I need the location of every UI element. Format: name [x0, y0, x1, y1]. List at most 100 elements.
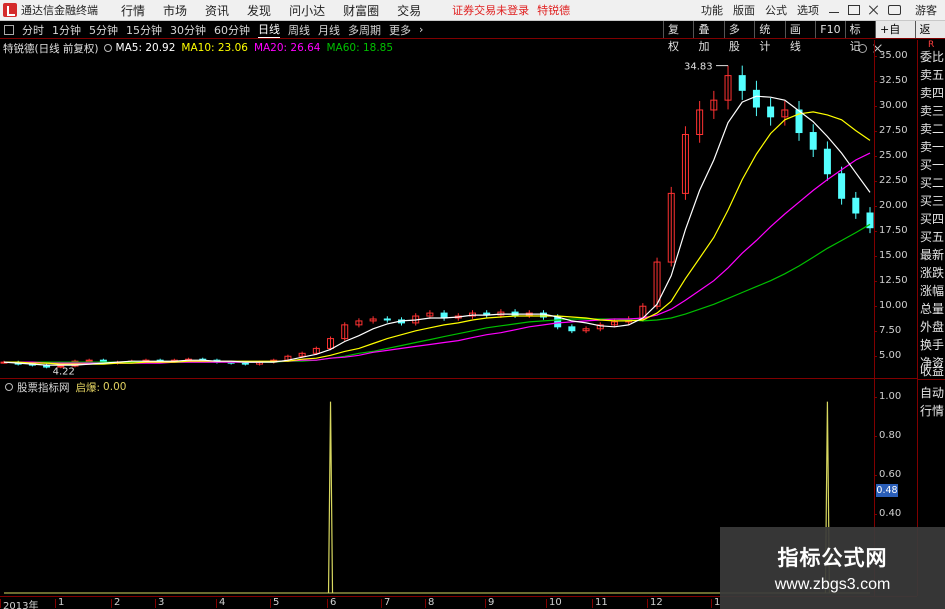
menu-news[interactable]: 资讯 — [205, 2, 229, 19]
multi-stock-button[interactable]: 多股 — [723, 21, 754, 53]
side-item-quote[interactable]: 行情 — [920, 402, 944, 419]
period-60min[interactable]: 60分钟 — [214, 22, 250, 38]
side-item-latest[interactable]: 最新 — [920, 246, 944, 263]
adjust-button[interactable]: 复权 — [663, 21, 693, 53]
mark-button[interactable]: 标记 — [844, 21, 875, 53]
menu-formula[interactable]: 公式 — [765, 2, 787, 18]
guest-label[interactable]: 游客 — [915, 2, 937, 18]
watermark-title: 指标公式网 — [777, 546, 888, 570]
close-icon[interactable] — [868, 5, 880, 15]
menu-options[interactable]: 选项 — [797, 2, 819, 18]
gear-icon[interactable] — [5, 383, 13, 391]
side-item-buy4[interactable]: 买四 — [920, 210, 944, 227]
minimize-icon[interactable] — [828, 5, 840, 15]
side-item-buy1[interactable]: 买一 — [920, 156, 944, 173]
signal-spike — [327, 401, 334, 594]
side-item-turnover[interactable]: 换手 — [920, 336, 944, 353]
overlay-button[interactable]: 叠加 — [693, 21, 723, 53]
panel-toggle-icon[interactable] — [4, 24, 14, 35]
side-separator — [918, 379, 945, 380]
date-tick: 4 — [215, 597, 226, 608]
menu-ask[interactable]: 问小达 — [289, 2, 325, 19]
indicator-header: 股票指标网 启爆: 0.00 — [0, 380, 126, 394]
stats-button[interactable]: 统计 — [754, 21, 784, 53]
side-item-weibi[interactable]: 委比 — [920, 48, 944, 65]
price-tick: 17.50 — [874, 225, 908, 236]
message-icon[interactable] — [888, 5, 901, 15]
period-15min[interactable]: 15分钟 — [126, 22, 162, 38]
menu-wealth[interactable]: 财富圈 — [343, 2, 379, 19]
current-value-box: 0.48 — [876, 484, 898, 497]
side-item-earnings[interactable]: 收益 — [920, 362, 944, 379]
side-item-buy2[interactable]: 买二 — [920, 174, 944, 191]
low-price-label: 4.22 — [53, 366, 75, 377]
watermark-banner: 指标公式网 www.zbgs3.com — [720, 527, 945, 609]
maximize-icon[interactable] — [848, 5, 860, 15]
price-tick: 20.00 — [874, 200, 908, 211]
menu-bar: 通达信金融终端 行情 市场 资讯 发现 问小达 财富圈 交易 证券交易未登录 特… — [0, 0, 945, 21]
ma5-line — [3, 95, 871, 366]
menu-trade[interactable]: 交易 — [397, 2, 421, 19]
side-item-outer[interactable]: 外盘 — [920, 318, 944, 335]
back-button[interactable]: 返回 — [914, 21, 945, 53]
date-tick: 1 — [54, 597, 65, 608]
date-tick: 8 — [424, 597, 435, 608]
side-item-buy3[interactable]: 买三 — [920, 192, 944, 209]
menu-markets[interactable]: 市场 — [163, 2, 187, 19]
date-tick: 2013年 — [0, 597, 38, 609]
side-item-volume[interactable]: 总量 — [920, 300, 944, 317]
indicator-tick: 1.00 — [873, 391, 902, 402]
period-more[interactable]: 更多 — [389, 22, 411, 38]
draw-line-button[interactable]: 画线 — [784, 21, 815, 53]
date-tick: 2 — [110, 597, 121, 608]
add-watchlist-button[interactable]: +自选 — [875, 21, 915, 53]
candle-body — [823, 148, 831, 175]
candle-body — [383, 318, 391, 321]
more-chevron-icon[interactable]: › — [419, 23, 423, 36]
period-weekly[interactable]: 周线 — [288, 22, 310, 38]
period-monthly[interactable]: 月线 — [318, 22, 340, 38]
side-item-change-pct[interactable]: 涨幅 — [920, 282, 944, 299]
login-status[interactable]: 证券交易未登录 — [452, 2, 529, 18]
menu-market[interactable]: 行情 — [121, 2, 145, 19]
date-tick: 7 — [380, 597, 391, 608]
watermark-url: www.zbgs3.com — [774, 576, 891, 593]
indicator-label: 启爆: — [75, 381, 101, 394]
period-multi[interactable]: 多周期 — [348, 22, 381, 38]
kline-chart[interactable]: 34.83 4.22 — [0, 40, 874, 597]
menu-function[interactable]: 功能 — [701, 2, 723, 18]
candle-body — [752, 89, 760, 108]
period-1min[interactable]: 1分钟 — [52, 22, 81, 38]
high-price-label: 34.83 — [684, 62, 713, 73]
period-daily[interactable]: 日线 — [258, 21, 280, 38]
side-item-sell5[interactable]: 卖五 — [920, 66, 944, 83]
side-item-sell2[interactable]: 卖二 — [920, 120, 944, 137]
app-logo-icon — [3, 3, 17, 17]
side-item-change[interactable]: 涨跌 — [920, 264, 944, 281]
menu-discover[interactable]: 发现 — [247, 2, 271, 19]
date-tick: 10 — [546, 597, 562, 608]
menu-layout[interactable]: 版面 — [733, 2, 755, 18]
f10-button[interactable]: F10 — [815, 21, 844, 38]
side-item-sell4[interactable]: 卖四 — [920, 84, 944, 101]
period-tick[interactable]: 分时 — [22, 22, 44, 38]
date-tick: 5 — [269, 597, 280, 608]
price-tick: 27.50 — [874, 125, 908, 136]
side-item-sell3[interactable]: 卖三 — [920, 102, 944, 119]
indicator-tick: 0.60 — [873, 469, 902, 480]
side-item-buy5[interactable]: 买五 — [920, 228, 944, 245]
period-30min[interactable]: 30分钟 — [170, 22, 206, 38]
price-axis: 35.00 32.50 30.00 27.50 25.00 22.50 20.0… — [873, 40, 916, 378]
indicator-value: 0.00 — [103, 381, 127, 393]
price-tick: 10.00 — [874, 300, 908, 311]
price-tick: 32.50 — [874, 75, 908, 86]
period-5min[interactable]: 5分钟 — [89, 22, 118, 38]
side-item-sell1[interactable]: 卖一 — [920, 138, 944, 155]
side-item-auto[interactable]: 自动 — [920, 384, 944, 401]
candle-body — [809, 132, 817, 150]
indicator-tick: 0.80 — [873, 430, 902, 441]
date-tick: 12 — [647, 597, 663, 608]
price-tick: 5.00 — [873, 350, 902, 361]
candle-body — [852, 197, 860, 214]
ma60-line — [4, 223, 871, 363]
